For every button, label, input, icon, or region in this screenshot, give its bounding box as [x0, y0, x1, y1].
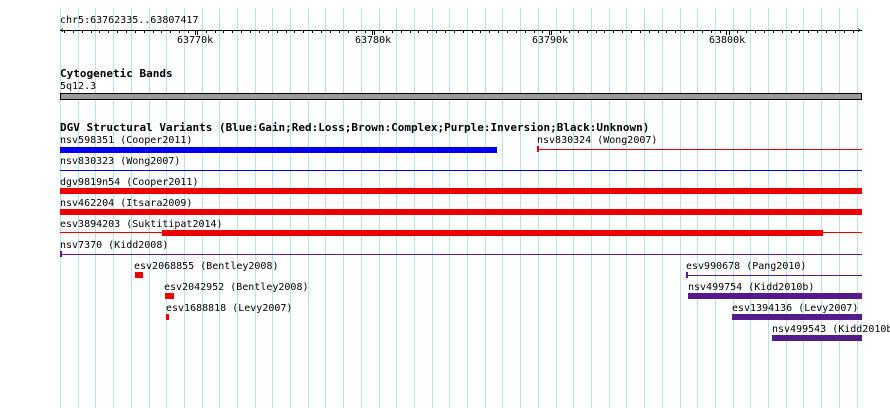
feature-label-dgv9819n54[interactable]: dgv9819n54 (Cooper2011)	[60, 177, 198, 188]
feature-line-nsv830324[interactable]	[537, 149, 862, 150]
feature-bar-esv3894203[interactable]	[162, 230, 823, 236]
feature-label-esv990678[interactable]: esv990678 (Pang2010)	[686, 261, 806, 272]
feature-label-nsv7370[interactable]: nsv7370 (Kidd2008)	[60, 240, 168, 251]
cytoband-label: 5q12.3	[60, 81, 97, 92]
feature-bar-esv2068855[interactable]	[135, 272, 143, 278]
ruler-tick-label-63800k: 63800k	[709, 35, 746, 46]
feature-label-esv3894203[interactable]: esv3894203 (Suktitipat2014)	[60, 219, 223, 230]
feature-label-nsv598351[interactable]: nsv598351 (Cooper2011)	[60, 135, 192, 146]
feature-bar-nsv830324[interactable]	[537, 146, 539, 152]
feature-label-nsv462204[interactable]: nsv462204 (Itsara2009)	[60, 198, 192, 209]
feature-bar-nsv7370[interactable]	[60, 251, 62, 257]
cytoband-bar[interactable]	[60, 93, 862, 100]
feature-bar-nsv462204[interactable]	[60, 209, 862, 215]
feature-label-nsv499754[interactable]: nsv499754 (Kidd2010b)	[688, 282, 814, 293]
ruler-tick-label-63770k: 63770k	[177, 35, 214, 46]
ruler-left-arrow-icon: ‹	[59, 25, 66, 36]
feature-bar-esv990678[interactable]	[686, 272, 688, 278]
feature-label-nsv830323[interactable]: nsv830323 (Wong2007)	[60, 156, 180, 167]
feature-label-esv2042952[interactable]: esv2042952 (Bentley2008)	[164, 282, 309, 293]
feature-label-esv1688818[interactable]: esv1688818 (Levy2007)	[166, 303, 292, 314]
feature-bar-esv1688818[interactable]	[166, 314, 169, 320]
feature-label-nsv830324[interactable]: nsv830324 (Wong2007)	[537, 135, 657, 146]
feature-label-esv1394136[interactable]: esv1394136 (Levy2007)	[732, 303, 858, 314]
feature-label-nsv499543[interactable]: nsv499543 (Kidd2010b)	[772, 324, 890, 335]
feature-line-nsv830323[interactable]	[60, 170, 862, 171]
ruler-ticks	[0, 0, 890, 60]
ruler-tick-label-63790k: 63790k	[532, 35, 569, 46]
feature-label-esv2068855[interactable]: esv2068855 (Bentley2008)	[134, 261, 279, 272]
feature-bar-dgv9819n54[interactable]	[60, 188, 862, 194]
ruler-right-arrow-icon: ›	[856, 25, 863, 36]
feature-line-nsv7370[interactable]	[60, 254, 862, 255]
feature-bar-esv1394136[interactable]	[732, 314, 862, 320]
feature-bar-nsv598351[interactable]	[60, 147, 497, 153]
feature-bar-nsv499543[interactable]	[772, 335, 862, 341]
feature-line-esv990678[interactable]	[686, 275, 862, 276]
feature-bar-esv2042952[interactable]	[165, 293, 174, 299]
ruler-tick-label-63780k: 63780k	[355, 35, 392, 46]
cytoband-track-title: Cytogenetic Bands	[60, 67, 173, 80]
dgv-track-title: DGV Structural Variants (Blue:Gain;Red:L…	[60, 121, 650, 134]
feature-bar-nsv499754[interactable]	[688, 293, 862, 299]
